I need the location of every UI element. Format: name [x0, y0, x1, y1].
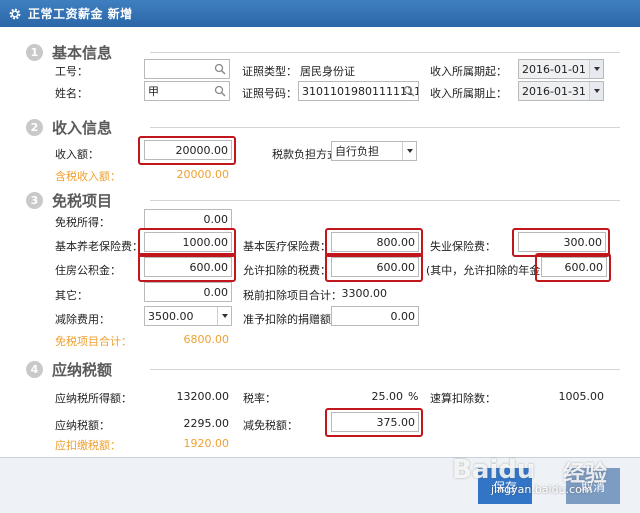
other-field[interactable]: 0.00: [144, 282, 232, 302]
save-button[interactable]: 保存: [478, 468, 532, 504]
chevron-down-icon[interactable]: [589, 60, 603, 78]
taxable-income-amount-label: 应纳税所得额：: [55, 392, 132, 405]
unemployment-label: 失业保险费：: [430, 240, 496, 253]
allowed-tax-label: 允许扣除的税费：: [243, 264, 331, 277]
section-divider: [150, 200, 620, 201]
withhold-tax-value: 1920.00: [183, 437, 230, 450]
section-title: 应纳税额: [52, 361, 113, 379]
withhold-tax-label: 应扣缴税额：: [55, 439, 121, 452]
pretax-total-value: 3300.00: [341, 287, 388, 300]
donation-label: 准予扣除的捐赠额：: [243, 313, 342, 326]
taxable-income-amount-value: 13200.00: [176, 390, 230, 403]
cancel-button[interactable]: 取消: [566, 468, 620, 504]
tax-relief-label: 减免税额：: [243, 419, 298, 432]
deduction-select[interactable]: 3500.00: [144, 306, 232, 326]
pretax-total-label: 税前扣除项目合计：: [243, 289, 342, 302]
deduction-label: 减除费用：: [55, 313, 110, 326]
section-exempt-header: 3 免税项目: [26, 190, 112, 211]
cert-type-label: 证照类型：: [242, 65, 297, 78]
section-number: 2: [26, 119, 43, 136]
annuity-field[interactable]: 600.00: [541, 257, 607, 277]
medical-field[interactable]: 800.00: [331, 232, 419, 252]
section-income-header: 2 收入信息: [26, 117, 112, 138]
taxable-income-value: 20000.00: [176, 168, 230, 181]
cert-type-value: 居民身份证: [300, 65, 355, 78]
tax-payable-label: 应纳税额：: [55, 419, 110, 432]
tax-rate-label: 税率：: [243, 392, 276, 405]
housing-fund-field[interactable]: 600.00: [144, 257, 232, 277]
unemployment-field[interactable]: 300.00: [518, 232, 606, 252]
cert-no-label: 证照号码：: [242, 87, 297, 100]
exempt-total-label: 免税项目合计：: [55, 335, 132, 348]
tax-rate-value: 25.00: [371, 390, 404, 403]
dialog-footer: [0, 457, 640, 513]
quick-deduction-value: 1005.00: [558, 390, 605, 403]
title-bar: 正常工资薪金 新增: [0, 0, 640, 27]
employee-id-field[interactable]: [144, 59, 230, 79]
housing-fund-label: 住房公积金：: [55, 264, 121, 277]
tax-rate-unit: %: [408, 390, 419, 403]
section-number: 3: [26, 192, 43, 209]
search-icon[interactable]: [403, 85, 415, 97]
taxable-income-label: 含税收入额：: [55, 170, 121, 183]
section-title: 基本信息: [52, 44, 113, 62]
free-income-field[interactable]: 0.00: [144, 209, 232, 229]
medical-label: 基本医疗保险费：: [243, 240, 331, 253]
allowed-tax-field[interactable]: 600.00: [331, 257, 419, 277]
employee-id-label: 工号：: [55, 65, 88, 78]
tax-bearing-select[interactable]: 自行负担: [331, 141, 417, 161]
section-number: 4: [26, 361, 43, 378]
section-number: 1: [26, 44, 43, 61]
window-title: 正常工资薪金 新增: [28, 7, 133, 21]
search-icon[interactable]: [214, 63, 226, 75]
exempt-total-value: 6800.00: [183, 333, 230, 346]
free-income-label: 免税所得：: [55, 216, 110, 229]
chevron-down-icon[interactable]: [217, 307, 231, 325]
other-label: 其它：: [55, 289, 88, 302]
section-title: 收入信息: [52, 119, 113, 137]
section-divider: [150, 369, 620, 370]
name-label: 姓名：: [55, 87, 88, 100]
section-divider: [150, 127, 620, 128]
search-icon[interactable]: [214, 85, 226, 97]
chevron-down-icon[interactable]: [589, 82, 603, 100]
quick-deduction-label: 速算扣除数：: [430, 392, 496, 405]
cert-no-field[interactable]: 31011019801111111: [298, 81, 419, 101]
section-basic-header: 1 基本信息: [26, 42, 112, 63]
pension-label: 基本养老保险费：: [55, 240, 143, 253]
period-start-label: 收入所属期起：: [430, 65, 507, 78]
period-start-field[interactable]: 2016-01-01: [518, 59, 604, 79]
annuity-label: (其中，允许扣除的年金：: [426, 264, 552, 277]
section-divider: [150, 52, 620, 53]
pension-field[interactable]: 1000.00: [144, 232, 232, 252]
tax-payable-value: 2295.00: [183, 417, 230, 430]
chevron-down-icon[interactable]: [402, 142, 416, 160]
donation-field[interactable]: 0.00: [331, 306, 419, 326]
income-amount-field[interactable]: 20000.00: [144, 140, 232, 160]
period-end-label: 收入所属期止：: [430, 87, 507, 100]
section-tax-header: 4 应纳税额: [26, 359, 112, 380]
gear-icon: [9, 8, 21, 19]
income-amount-label: 收入额：: [55, 148, 99, 161]
section-title: 免税项目: [52, 192, 113, 210]
name-field[interactable]: 甲: [144, 81, 230, 101]
tax-relief-field[interactable]: 375.00: [331, 412, 419, 432]
period-end-field[interactable]: 2016-01-31: [518, 81, 604, 101]
